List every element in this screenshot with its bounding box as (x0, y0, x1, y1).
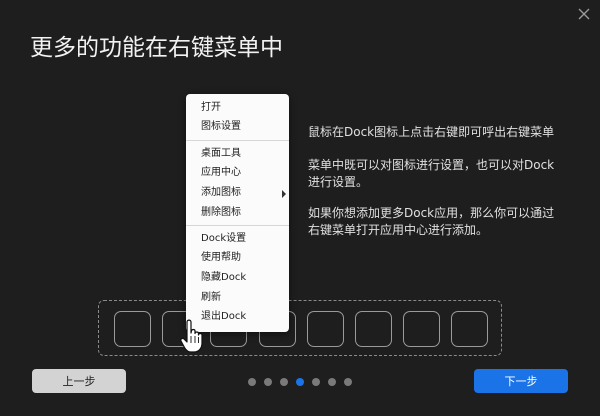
menu-separator (186, 225, 289, 226)
dock-slot (114, 311, 151, 347)
menu-item-dock-settings[interactable]: Dock设置 (201, 233, 246, 245)
dock-slot (355, 311, 392, 347)
menu-separator (186, 140, 289, 141)
menu-item-open[interactable]: 打开 (201, 102, 221, 114)
menu-item-refresh[interactable]: 刷新 (201, 292, 221, 304)
description-line: 进行设置。 (308, 175, 369, 189)
menu-item-desktop-tools[interactable]: 桌面工具 (201, 148, 241, 160)
page-dot[interactable] (264, 378, 272, 386)
dock-slot (403, 311, 440, 347)
page-dot[interactable] (280, 378, 288, 386)
menu-item-icon-settings[interactable]: 图标设置 (201, 121, 241, 133)
dock-illustration (98, 300, 502, 356)
page-dot[interactable] (248, 378, 256, 386)
menu-item-help[interactable]: 使用帮助 (201, 252, 241, 264)
hand-cursor-icon (180, 319, 203, 353)
close-icon[interactable] (576, 6, 592, 22)
description-line: 如果你想添加更多Dock应用，那么你可以通过 (308, 206, 555, 220)
dock-slot (307, 311, 344, 347)
page-dot-active[interactable] (296, 378, 304, 386)
dock-slot (451, 311, 488, 347)
previous-step-button[interactable]: 上一步 (32, 369, 126, 393)
description-line: 菜单中既可以对图标进行设置，也可以对Dock (308, 158, 555, 172)
menu-item-hide-dock[interactable]: 隐藏Dock (201, 272, 246, 284)
page-dot[interactable] (328, 378, 336, 386)
next-step-button[interactable]: 下一步 (474, 369, 568, 393)
submenu-arrow-icon (282, 190, 286, 198)
menu-item-add-icon[interactable]: 添加图标 (201, 187, 241, 199)
guide-window: 更多的功能在右键菜单中 打开 图标设置 桌面工具 应用中心 添加图标 删除图标 … (0, 0, 600, 416)
menu-item-delete-icon[interactable]: 删除图标 (201, 207, 241, 219)
menu-item-app-center[interactable]: 应用中心 (201, 167, 241, 179)
description-line: 右键菜单打开应用中心进行添加。 (308, 223, 489, 237)
page-title: 更多的功能在右键菜单中 (30, 35, 283, 61)
description-line: 鼠标在Dock图标上点击右键即可呼出右键菜单 (308, 125, 555, 139)
context-menu: 打开 图标设置 桌面工具 应用中心 添加图标 删除图标 Dock设置 使用帮助 … (186, 94, 289, 332)
page-dot[interactable] (312, 378, 320, 386)
page-dot[interactable] (344, 378, 352, 386)
